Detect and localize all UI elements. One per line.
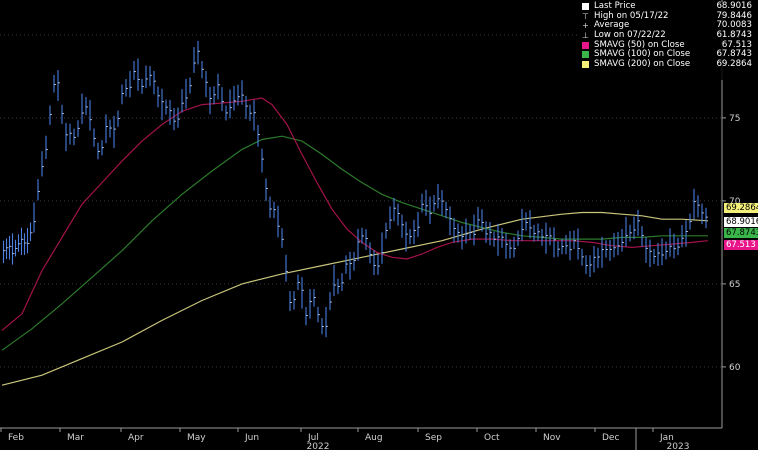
price-bars	[2, 40, 708, 338]
x-tick-label: Feb	[8, 433, 24, 443]
legend-label: SMAVG (200) on Close	[594, 59, 691, 70]
x-tick-label: May	[187, 433, 206, 443]
legend-swatch-last-price	[582, 3, 589, 10]
price-tag-sma50: 67.513	[724, 240, 758, 250]
price-tag-sma200: 69.2864	[724, 203, 758, 213]
x-tick-label: Nov	[543, 433, 561, 443]
x-tick-label: Sep	[425, 433, 442, 443]
low-marker-icon: ⊥	[582, 31, 589, 41]
x-tick-label: Mar	[67, 433, 84, 443]
x-year-label: 2023	[667, 442, 690, 450]
x-tick-label: Dec	[602, 433, 619, 443]
x-axis: Feb Mar Apr May Jun Jul Aug Sep Oct Nov Dec Jan2022…	[0, 427, 722, 450]
chart-legend: Last Price 68.9016 ⊤ High on 05/17/22 79…	[577, 1, 755, 80]
y-tick-label: 60	[729, 363, 741, 373]
average-marker-icon: +	[582, 21, 589, 31]
series-layer	[1, 40, 709, 386]
x-tick-label: Aug	[365, 433, 383, 443]
legend-row-sma200: SMAVG (200) on Close 69.2864	[577, 59, 755, 70]
price-tag-last-price: 68.9016	[724, 217, 758, 227]
y-tick-label: 65	[729, 280, 740, 290]
legend-swatch-sma100	[582, 51, 589, 59]
legend-value: 69.2864	[716, 59, 752, 70]
price-tag-sma100: 67.8743	[724, 228, 758, 238]
legend-swatch-sma200	[582, 61, 589, 69]
x-tick-label: Apr	[128, 433, 144, 443]
legend-swatch-sma50	[582, 41, 589, 49]
high-marker-icon: ⊤	[582, 11, 589, 21]
x-year-label: 2022	[307, 442, 330, 450]
sma50-line	[1, 97, 709, 331]
grid-layer	[0, 34, 722, 368]
x-tick-label: Jun	[244, 433, 259, 443]
month-tick-layer	[0, 428, 654, 432]
y-tick-label: 75	[729, 114, 740, 124]
x-tick-label: Oct	[484, 433, 500, 443]
